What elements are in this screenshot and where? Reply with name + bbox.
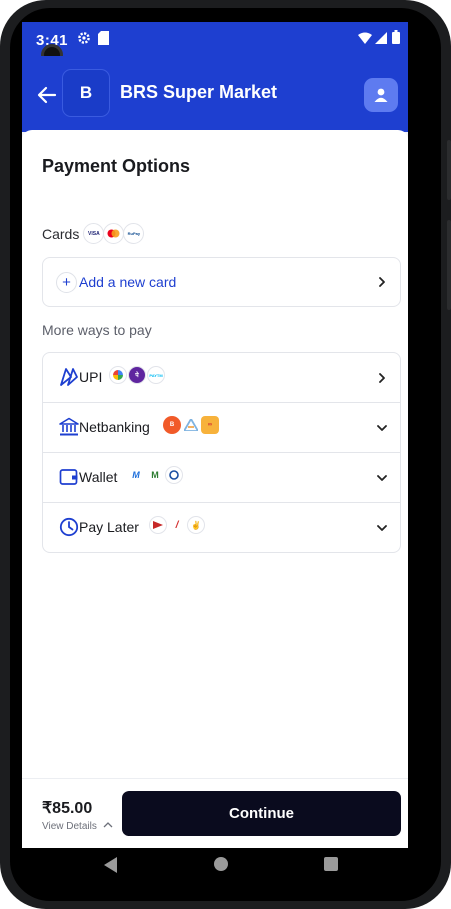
view-details-label: View Details bbox=[42, 821, 97, 832]
rupay-logo-icon: RuPay bbox=[123, 223, 145, 244]
kotak-logo-icon: ∞ bbox=[201, 416, 219, 434]
user-icon bbox=[374, 88, 388, 102]
chevron-down-icon bbox=[377, 425, 387, 431]
settings-icon bbox=[78, 32, 90, 44]
total-amount: ₹85.00 bbox=[42, 800, 93, 817]
plus-icon: + bbox=[56, 272, 77, 293]
lazypay-logo-icon: / bbox=[168, 516, 186, 534]
nav-home-icon[interactable] bbox=[214, 857, 228, 871]
axis-bank-logo-icon bbox=[182, 416, 200, 434]
volume-button bbox=[447, 220, 451, 310]
upi-app-logos: पे PAYTM bbox=[109, 366, 166, 384]
bank-of-baroda-logo-icon: B bbox=[163, 416, 181, 434]
upi-label: UPI bbox=[79, 369, 103, 385]
zestmoney-logo-icon: ✌ bbox=[187, 516, 205, 534]
page-title: Payment Options bbox=[42, 156, 191, 176]
visa-logo-text: VISA bbox=[88, 230, 100, 237]
merchant-name: BRS Super Market bbox=[120, 82, 278, 102]
phone-bezel: 3:41 B BRS Super Market Payment Options … bbox=[10, 8, 441, 901]
bank-logos: B ∞ bbox=[163, 416, 220, 434]
wifi-icon bbox=[358, 32, 372, 44]
app-header: B BRS Super Market bbox=[22, 56, 408, 132]
merchant-logo: B bbox=[62, 69, 110, 117]
payment-methods-list: UPI पे PAYTM Netbanking B ∞ Wallet M M P… bbox=[42, 352, 401, 553]
chevron-down-icon bbox=[377, 525, 387, 531]
amazon-pay-logo-icon: M bbox=[146, 466, 164, 484]
rupay-logo-text: RuPay bbox=[127, 231, 141, 236]
mobikwik-logo-icon: M bbox=[127, 466, 145, 484]
upi-icon bbox=[60, 368, 78, 386]
google-pay-logo-icon bbox=[109, 366, 127, 384]
sd-card-icon bbox=[98, 31, 109, 45]
cards-label: Cards bbox=[42, 225, 80, 242]
payment-option-pay-later[interactable]: Pay Later / ✌ bbox=[43, 503, 400, 552]
chevron-right-icon bbox=[379, 277, 385, 287]
nav-back-icon[interactable] bbox=[104, 857, 118, 873]
phonepe-logo-icon: पे bbox=[128, 366, 146, 384]
visa-logo-icon: VISA bbox=[83, 223, 105, 244]
clock-icon bbox=[59, 517, 79, 537]
view-details-link[interactable]: View Details bbox=[42, 821, 113, 832]
simpl-logo-icon bbox=[149, 516, 167, 534]
power-button bbox=[447, 140, 451, 200]
checkout-footer: ₹85.00 View Details Continue bbox=[22, 778, 408, 848]
continue-button[interactable]: Continue bbox=[122, 791, 401, 836]
back-arrow-icon[interactable] bbox=[36, 84, 58, 106]
bank-icon bbox=[59, 417, 79, 436]
paytm-logo-icon: PAYTM bbox=[147, 366, 165, 384]
battery-icon bbox=[392, 30, 400, 44]
chevron-right-icon bbox=[379, 373, 385, 383]
add-new-card-button[interactable]: + Add a new card bbox=[42, 257, 401, 307]
payment-option-netbanking[interactable]: Netbanking B ∞ bbox=[43, 403, 400, 453]
app-screen: 3:41 B BRS Super Market Payment Options … bbox=[22, 22, 408, 848]
netbanking-label: Netbanking bbox=[79, 419, 150, 435]
signal-icon bbox=[375, 32, 387, 44]
system-navigation-bar bbox=[10, 840, 441, 890]
payment-option-wallet[interactable]: Wallet M M bbox=[43, 453, 400, 503]
payment-option-upi[interactable]: UPI पे PAYTM bbox=[43, 353, 400, 403]
more-ways-label: More ways to pay bbox=[42, 322, 152, 338]
chevron-up-icon bbox=[103, 822, 113, 828]
payment-sheet: Payment Options Cards VISA RuPay + Add a… bbox=[22, 130, 408, 790]
merchant-logo-letter: B bbox=[79, 83, 93, 102]
nav-recent-apps-icon[interactable] bbox=[324, 857, 338, 871]
chevron-down-icon bbox=[377, 475, 387, 481]
add-new-card-label: Add a new card bbox=[79, 274, 177, 290]
cards-section: Cards VISA RuPay bbox=[42, 223, 145, 244]
wallet-logos: M M bbox=[127, 466, 184, 484]
status-bar: 3:41 bbox=[22, 22, 408, 66]
phone-frame: 3:41 B BRS Super Market Payment Options … bbox=[0, 0, 451, 909]
profile-button[interactable] bbox=[364, 78, 398, 112]
ola-money-logo-icon bbox=[165, 466, 183, 484]
pay-later-logos: / ✌ bbox=[149, 516, 206, 534]
mastercard-logo-icon bbox=[103, 223, 125, 244]
pay-later-label: Pay Later bbox=[79, 519, 139, 535]
wallet-label: Wallet bbox=[79, 469, 118, 485]
wallet-icon bbox=[59, 469, 78, 485]
